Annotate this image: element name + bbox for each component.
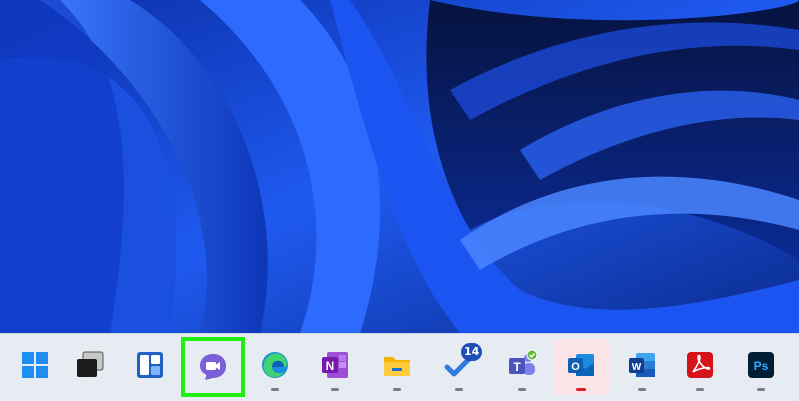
running-indicator: [455, 388, 463, 391]
teams-icon: T: [509, 349, 538, 375]
running-indicator: [757, 388, 765, 391]
windows-logo-icon: [22, 352, 48, 378]
photoshop-button[interactable]: Ps: [733, 339, 789, 395]
teams-button[interactable]: T: [494, 339, 550, 395]
photoshop-icon: Ps: [748, 352, 774, 378]
widgets-button[interactable]: [122, 339, 178, 395]
teams-chat-icon: [200, 354, 226, 380]
outlook-button[interactable]: O: [553, 339, 609, 395]
desktop-wallpaper: [0, 0, 799, 333]
photoshop-glyph: Ps: [754, 359, 769, 373]
active-indicator: [576, 388, 586, 391]
outlook-glyph: O: [571, 361, 580, 373]
todo-button[interactable]: 14: [431, 339, 487, 395]
word-button[interactable]: W: [614, 339, 670, 395]
word-icon: W: [629, 353, 655, 377]
task-view-icon: [77, 351, 104, 377]
acrobat-icon: [687, 352, 713, 378]
acrobat-button[interactable]: [672, 339, 728, 395]
running-indicator: [696, 388, 704, 391]
running-indicator: [393, 388, 401, 391]
file-explorer-button[interactable]: [369, 339, 425, 395]
widgets-icon: [137, 352, 163, 378]
start-button[interactable]: [7, 339, 63, 395]
folder-icon: [384, 357, 410, 376]
task-view-button[interactable]: [62, 339, 118, 395]
notification-badge: 14: [461, 343, 483, 361]
chat-button[interactable]: [181, 337, 245, 397]
taskbar: N 14 T O W Ps: [0, 333, 799, 401]
word-glyph: W: [632, 362, 642, 373]
running-indicator: [638, 388, 646, 391]
onenote-icon: N: [322, 352, 348, 378]
edge-icon: [262, 352, 288, 378]
running-indicator: [331, 388, 339, 391]
running-indicator: [518, 388, 526, 391]
onenote-button[interactable]: N: [307, 339, 363, 395]
edge-button[interactable]: [247, 339, 303, 395]
outlook-icon: O: [568, 354, 594, 376]
teams-glyph: T: [513, 360, 521, 374]
onenote-glyph: N: [326, 359, 335, 373]
running-indicator: [271, 388, 279, 391]
